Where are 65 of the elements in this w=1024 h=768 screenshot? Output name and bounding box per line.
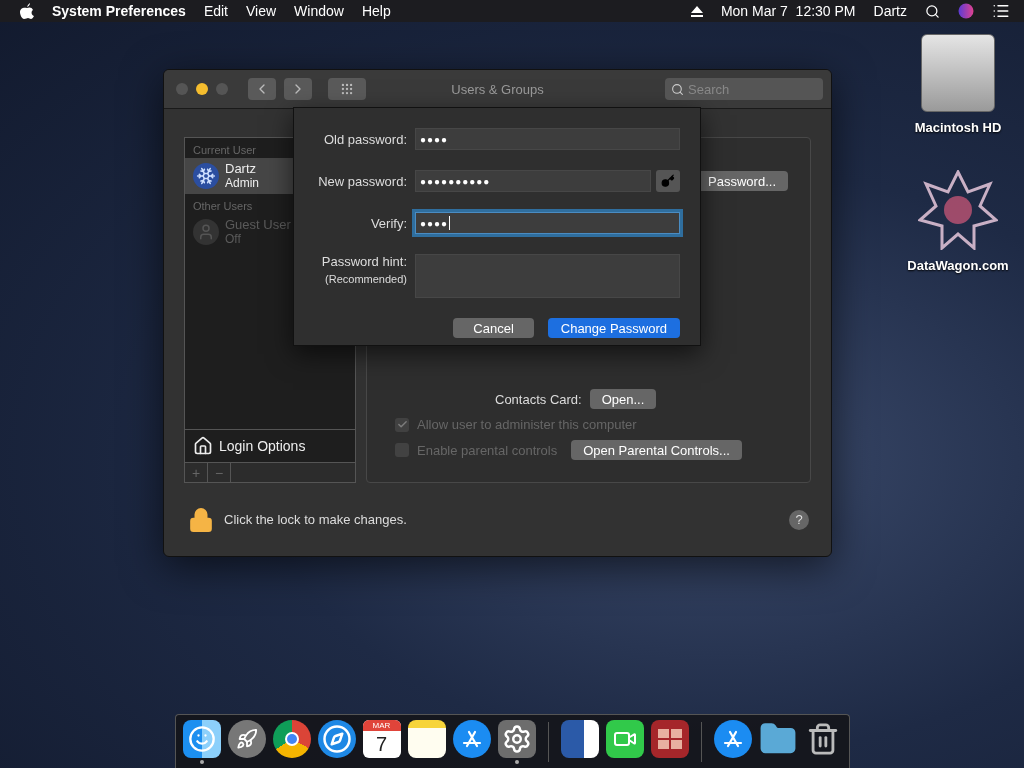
field-sublabel: (Recommended) xyxy=(325,273,407,285)
key-button[interactable] xyxy=(656,170,680,192)
lock-hint: Click the lock to make changes. xyxy=(224,512,407,527)
running-indicator xyxy=(514,759,519,764)
app-store-icon[interactable] xyxy=(452,719,491,758)
snowflake-avatar-icon xyxy=(193,163,219,189)
finder-icon[interactable] xyxy=(182,719,221,758)
search-icon[interactable] xyxy=(925,3,940,19)
contacts-label: Contacts Card: xyxy=(495,391,582,407)
login-options-item[interactable]: Login Options xyxy=(185,429,355,463)
key-icon xyxy=(661,174,675,188)
menu-item[interactable]: System Preferences xyxy=(52,3,186,19)
hint-field[interactable] xyxy=(415,254,680,298)
user-name: Dartz xyxy=(225,161,258,176)
section-heading: Current User xyxy=(193,144,256,156)
running-indicator xyxy=(199,759,204,764)
user-role: Admin xyxy=(225,176,259,191)
cancel-button[interactable]: Cancel xyxy=(453,318,534,338)
search-icon xyxy=(671,82,684,96)
menu-item[interactable]: Window xyxy=(294,3,344,19)
checkbox-label: Enable parental controls xyxy=(417,442,558,458)
clock[interactable]: Mon Mar 7 12:30 PM xyxy=(720,3,856,19)
browser-icon[interactable] xyxy=(272,719,311,758)
rocket-icon[interactable] xyxy=(227,719,266,758)
user-role: Off xyxy=(225,232,242,247)
photo-strip-icon[interactable] xyxy=(650,719,689,758)
confirm-button[interactable]: Change Password xyxy=(547,318,680,338)
menu-item[interactable]: Help xyxy=(361,3,391,19)
menu-item[interactable]: Edit xyxy=(203,3,228,19)
password-field[interactable]: ●●●● xyxy=(415,212,680,234)
user-name: Guest User xyxy=(225,217,291,232)
field-label: Old password: xyxy=(322,131,407,147)
field-label: Verify: xyxy=(369,215,407,231)
eject-icon[interactable] xyxy=(690,5,703,17)
password-field[interactable]: ●●●●●●●●●● xyxy=(415,170,651,192)
hard-drive-icon[interactable] xyxy=(921,34,995,112)
compass-icon[interactable] xyxy=(317,719,356,758)
notepad-icon[interactable] xyxy=(407,719,446,758)
grid-icon xyxy=(340,82,354,96)
minimize-button[interactable] xyxy=(196,83,208,95)
checkmark-icon xyxy=(396,419,408,430)
password-field[interactable]: ●●●● xyxy=(415,128,680,150)
desktop-icon-label[interactable]: DataWagon.com xyxy=(907,258,1009,273)
calendar-icon[interactable]: MAR 7 xyxy=(362,719,401,758)
section-heading: Other Users xyxy=(193,200,253,212)
window-title: Users & Groups xyxy=(451,81,544,97)
siri-icon[interactable] xyxy=(958,3,974,19)
person-avatar-icon xyxy=(193,219,219,245)
parental-controls-button[interactable]: Open Parental Controls... xyxy=(571,440,742,460)
lock-icon[interactable] xyxy=(188,506,214,533)
video-call-icon[interactable] xyxy=(605,719,644,758)
apple-logo-icon[interactable] xyxy=(20,3,34,19)
field-label: Password hint: xyxy=(321,254,407,269)
document-icon[interactable] xyxy=(560,719,599,758)
settings-icon[interactable] xyxy=(497,719,536,758)
star-pattern-icon[interactable] xyxy=(918,170,998,250)
show-all-button[interactable] xyxy=(328,78,366,100)
help-button[interactable]: ? xyxy=(789,509,809,530)
menu-item[interactable]: View xyxy=(246,3,277,19)
menu-list-icon[interactable] xyxy=(992,2,1010,20)
app-store-icon[interactable] xyxy=(713,719,752,758)
desktop-icon-label[interactable]: Macintosh HD xyxy=(914,120,1002,135)
user-name[interactable]: Dartz xyxy=(873,3,907,19)
open-button[interactable]: Open... xyxy=(589,389,657,409)
house-icon xyxy=(193,436,213,456)
